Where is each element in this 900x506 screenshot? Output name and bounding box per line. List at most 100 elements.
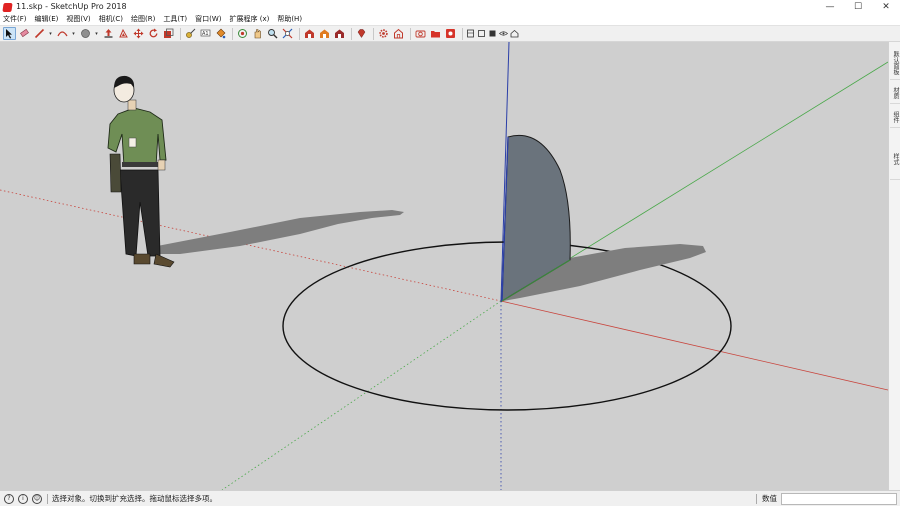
user-account-icon[interactable]: ☺ bbox=[32, 493, 42, 504]
orbit-tool-button[interactable] bbox=[236, 27, 249, 40]
figure-right-hand bbox=[157, 159, 166, 171]
shapes-tool-dropdown[interactable]: ▾ bbox=[94, 31, 99, 37]
arrow-cursor-icon bbox=[6, 28, 12, 38]
view-box-icon bbox=[478, 30, 485, 37]
tray-tab-styles[interactable]: 样式 bbox=[890, 138, 900, 180]
text-tool-button[interactable]: A1 bbox=[199, 27, 212, 40]
default-tray: 默认面板 材质 组件 样式 bbox=[888, 42, 900, 490]
view-right-button[interactable] bbox=[499, 27, 508, 40]
tray-tab-default[interactable]: 默认面板 bbox=[890, 46, 900, 80]
title-bar: 11.skp - SketchUp Pro 2018 — ☐ ✕ bbox=[0, 0, 900, 14]
move-tool-button[interactable] bbox=[132, 27, 145, 40]
text-label-icon: A1 bbox=[200, 29, 211, 37]
menu-tools[interactable]: 工具(T) bbox=[163, 14, 187, 25]
settings-button[interactable] bbox=[377, 27, 390, 40]
style-builder-button[interactable] bbox=[444, 27, 457, 40]
3d-warehouse-button[interactable] bbox=[303, 27, 316, 40]
paint-bucket-icon bbox=[216, 28, 226, 39]
status-separator bbox=[756, 494, 757, 504]
tape-measure-icon bbox=[186, 28, 196, 38]
warehouse-icon bbox=[305, 29, 314, 38]
magnifier-icon bbox=[268, 29, 278, 39]
menu-edit[interactable]: 编辑(E) bbox=[35, 14, 59, 25]
layout-send-button[interactable] bbox=[429, 27, 442, 40]
toolbar-separator bbox=[232, 27, 233, 40]
ruby-gem-icon bbox=[357, 29, 366, 38]
scene-canvas[interactable] bbox=[0, 42, 888, 490]
figure-bag bbox=[109, 153, 122, 193]
toolbar-separator bbox=[351, 27, 352, 40]
menu-view[interactable]: 视图(V) bbox=[66, 14, 90, 25]
view-house-icon bbox=[510, 29, 519, 38]
menu-draw[interactable]: 绘图(R) bbox=[131, 14, 155, 25]
camera-button[interactable] bbox=[414, 27, 427, 40]
move-arrows-icon bbox=[133, 28, 144, 39]
eraser-icon bbox=[20, 28, 29, 38]
house-outline-icon bbox=[394, 28, 403, 39]
shapes-tool-button[interactable] bbox=[79, 27, 92, 40]
view-top-button[interactable] bbox=[477, 27, 486, 40]
line-tool-button[interactable] bbox=[33, 27, 46, 40]
share-model-button[interactable] bbox=[318, 27, 331, 40]
view-iso-button[interactable] bbox=[466, 27, 475, 40]
tray-tab-materials[interactable]: 材质 bbox=[890, 82, 900, 104]
arc-tool-dropdown[interactable]: ▾ bbox=[71, 31, 76, 37]
scale-tool-button[interactable] bbox=[162, 27, 175, 40]
status-separator bbox=[47, 493, 48, 504]
toolbar-separator bbox=[299, 27, 300, 40]
menu-help[interactable]: 帮助(H) bbox=[277, 14, 302, 25]
extension-warehouse-icon bbox=[335, 29, 344, 38]
figure-badge bbox=[128, 137, 137, 148]
extension-manager-button[interactable] bbox=[355, 27, 368, 40]
sketchup-window: 11.skp - SketchUp Pro 2018 — ☐ ✕ 文件(F) 编… bbox=[0, 0, 900, 506]
eraser-tool-button[interactable] bbox=[18, 27, 31, 40]
maximize-button[interactable]: ☐ bbox=[844, 0, 872, 14]
tray-tab-components[interactable]: 组件 bbox=[890, 106, 900, 128]
figure-left-shoe bbox=[133, 253, 151, 265]
menu-window[interactable]: 窗口(W) bbox=[195, 14, 221, 25]
view-front-button[interactable] bbox=[488, 27, 497, 40]
arc-tool-button[interactable] bbox=[56, 27, 69, 40]
line-tool-dropdown[interactable]: ▾ bbox=[48, 31, 53, 37]
modeling-viewport[interactable] bbox=[0, 42, 888, 490]
pan-hand-icon bbox=[254, 29, 261, 39]
close-button[interactable]: ✕ bbox=[872, 0, 900, 14]
status-bar: ? i ☺ 选择对象。切换到扩充选择。拖动鼠标选择多项。 数值 bbox=[0, 490, 900, 506]
minimize-button[interactable]: — bbox=[816, 0, 844, 14]
select-tool-button[interactable] bbox=[3, 27, 16, 40]
rotate-tool-button[interactable] bbox=[147, 27, 160, 40]
view-back-button[interactable] bbox=[510, 27, 519, 40]
main-toolbar: ▾ ▾ ▾ A1 bbox=[0, 25, 900, 42]
zoom-extents-tool-button[interactable] bbox=[281, 27, 294, 40]
menu-extensions[interactable]: 扩展程序 (x) bbox=[229, 14, 269, 25]
svg-text:A1: A1 bbox=[202, 31, 209, 37]
tape-measure-tool-button[interactable] bbox=[184, 27, 197, 40]
help-question-icon[interactable]: ? bbox=[4, 493, 14, 504]
measurements-input[interactable] bbox=[781, 493, 897, 505]
pan-tool-button[interactable] bbox=[251, 27, 264, 40]
share-model-icon bbox=[320, 29, 329, 38]
components-button[interactable] bbox=[392, 27, 405, 40]
view-eye-icon bbox=[499, 31, 508, 36]
figure-belt bbox=[122, 162, 158, 167]
folder-red-icon bbox=[431, 31, 440, 38]
push-pull-tool-button[interactable] bbox=[102, 27, 115, 40]
push-pull-icon bbox=[104, 29, 113, 38]
menu-camera[interactable]: 相机(C) bbox=[99, 14, 123, 25]
zoom-extents-icon bbox=[282, 28, 293, 39]
toolbar-separator bbox=[462, 27, 463, 40]
figure-neck bbox=[127, 99, 137, 111]
menu-file[interactable]: 文件(F) bbox=[3, 14, 27, 25]
offset-icon bbox=[119, 28, 128, 38]
status-message: 选择对象。切换到扩充选择。拖动鼠标选择多项。 bbox=[52, 494, 217, 503]
camera-icon bbox=[415, 30, 426, 38]
view-box-filled-icon bbox=[489, 30, 496, 37]
red-square-icon bbox=[446, 29, 455, 38]
toolbar-separator bbox=[410, 27, 411, 40]
info-icon[interactable]: i bbox=[18, 493, 28, 504]
paint-bucket-tool-button[interactable] bbox=[214, 27, 227, 40]
offset-tool-button[interactable] bbox=[117, 27, 130, 40]
zoom-tool-button[interactable] bbox=[266, 27, 279, 40]
arc-icon bbox=[57, 31, 68, 37]
extension-warehouse-button[interactable] bbox=[333, 27, 346, 40]
